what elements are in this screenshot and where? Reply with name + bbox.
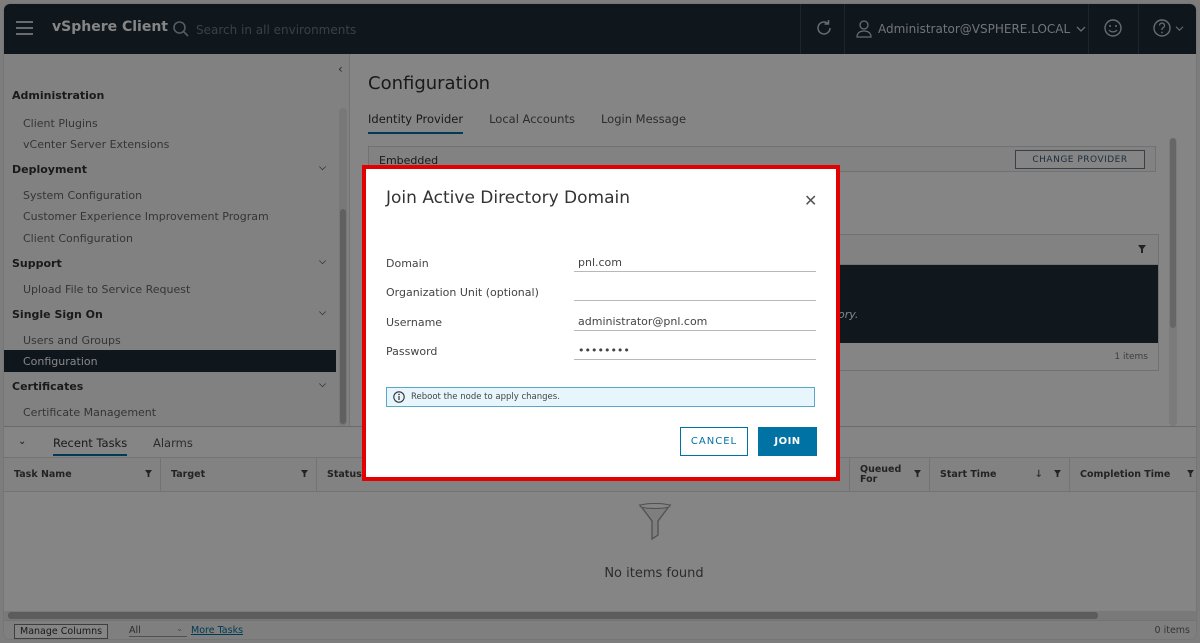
info-alert: Reboot the node to apply changes. [386, 387, 815, 407]
join-button[interactable]: JOIN [758, 427, 817, 456]
username-field[interactable] [574, 313, 816, 331]
info-alert-text: Reboot the node to apply changes. [411, 392, 560, 402]
domain-label: Domain [386, 257, 429, 270]
username-label: Username [386, 316, 443, 329]
password-label: Password [386, 345, 438, 358]
info-icon [393, 391, 405, 403]
dialog-title: Join Active Directory Domain [386, 188, 631, 208]
org-unit-field[interactable] [574, 283, 816, 301]
join-ad-domain-dialog: Join Active Directory Domain ✕ Domain Or… [366, 169, 836, 477]
domain-field[interactable] [574, 254, 816, 272]
cancel-button[interactable]: CANCEL [680, 427, 748, 456]
password-field[interactable] [574, 342, 816, 360]
close-icon[interactable]: ✕ [804, 191, 817, 210]
org-unit-label: Organization Unit (optional) [386, 286, 539, 299]
